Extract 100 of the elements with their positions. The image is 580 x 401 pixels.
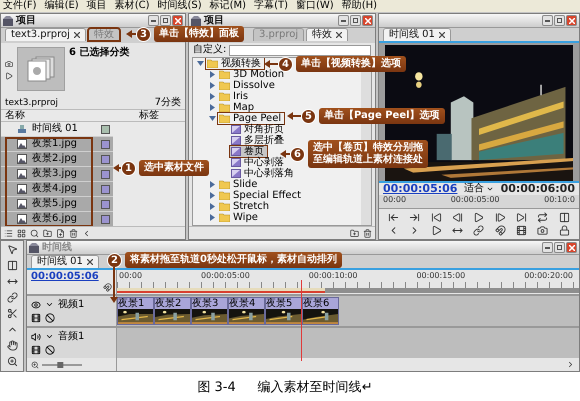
close-button[interactable] <box>566 15 577 26</box>
file-plus-icon[interactable] <box>56 228 65 238</box>
search-field[interactable] <box>229 44 371 56</box>
close-icon[interactable] <box>74 32 80 38</box>
step-forward-icon[interactable] <box>494 212 506 223</box>
tab[interactable]: 时间线 01 <box>31 255 99 268</box>
camera-icon[interactable] <box>537 225 548 236</box>
expander-icon[interactable] <box>209 71 216 78</box>
skip-back-icon[interactable] <box>430 212 442 223</box>
tree-item[interactable]: 中心剥落 <box>230 157 287 168</box>
expander-icon[interactable] <box>209 82 216 89</box>
link-icon[interactable] <box>473 225 484 236</box>
magnet-icon[interactable] <box>103 283 112 292</box>
zoom-dropdown[interactable]: 适合 <box>464 183 494 195</box>
skip-forward-icon[interactable] <box>516 212 528 223</box>
close-button[interactable] <box>172 15 183 26</box>
close-icon[interactable] <box>336 32 342 38</box>
close-icon[interactable] <box>86 259 93 265</box>
tree-item[interactable]: 卷页 <box>230 146 267 157</box>
list-icon[interactable] <box>4 228 13 238</box>
tree-item[interactable]: 中心剥落角 <box>230 168 297 179</box>
list-row[interactable]: 夜景5.jpg <box>1 197 113 212</box>
tab[interactable]: text3.prproj <box>5 28 86 41</box>
arrow-to-line-icon[interactable] <box>409 212 420 223</box>
folder-plus-icon[interactable] <box>350 228 359 238</box>
tree-item[interactable]: Stretch <box>218 201 272 212</box>
tree-item[interactable]: 对角折页 <box>230 124 287 135</box>
menu-item[interactable]: 标记(M) <box>210 0 246 12</box>
step-back-icon[interactable] <box>452 212 464 223</box>
chevron-down-icon[interactable] <box>45 300 54 309</box>
current-timecode[interactable]: 00:00:05:06 <box>383 183 458 195</box>
column-header[interactable]: 名称 <box>1 110 135 122</box>
minimize-button[interactable] <box>542 15 553 26</box>
loop-icon[interactable] <box>537 212 548 223</box>
arrow-to-line-icon[interactable] <box>388 212 400 223</box>
search-icon[interactable] <box>30 228 39 238</box>
tree-item[interactable]: 多层折叠 <box>230 135 287 146</box>
list-row[interactable]: 时间线 01 <box>1 122 113 137</box>
tab[interactable]: 特效 <box>306 28 348 41</box>
trash-icon[interactable] <box>69 228 78 238</box>
zoom-icon[interactable] <box>6 356 18 367</box>
tree-item[interactable]: Page Peel <box>218 113 284 124</box>
lock-icon[interactable] <box>558 225 570 236</box>
menu-item[interactable]: 帮助(H) <box>342 0 378 12</box>
speaker-icon[interactable] <box>31 332 41 342</box>
expander-icon[interactable] <box>209 192 216 199</box>
tree-item[interactable]: Dissolve <box>218 80 278 91</box>
maximize-button[interactable] <box>160 15 171 26</box>
current-timecode[interactable]: 00:00:05:06 <box>31 271 112 283</box>
expander-icon[interactable] <box>209 181 216 188</box>
expander-icon[interactable] <box>209 104 216 111</box>
minimize-button[interactable] <box>338 15 349 26</box>
film-icon[interactable] <box>516 225 528 236</box>
folder-plus-icon[interactable] <box>43 228 52 238</box>
close-button[interactable] <box>566 242 577 253</box>
camera-icon[interactable] <box>5 60 13 68</box>
tree-item[interactable]: Wipe <box>218 212 261 223</box>
grid-icon[interactable] <box>17 228 26 238</box>
ban-icon[interactable] <box>45 313 55 323</box>
expander-icon[interactable] <box>209 214 216 221</box>
play-icon[interactable] <box>5 72 13 80</box>
expander-icon[interactable] <box>197 60 204 67</box>
maximize-button[interactable] <box>350 15 361 26</box>
chevron-left-icon[interactable] <box>82 228 91 238</box>
list-row[interactable]: 夜景4.jpg <box>1 182 113 197</box>
eye-icon[interactable] <box>31 300 41 310</box>
film-icon[interactable] <box>31 345 41 355</box>
minimize-button[interactable] <box>542 242 553 253</box>
tab[interactable]: 时间线 01 <box>383 28 451 41</box>
play-icon[interactable] <box>430 225 442 236</box>
tree-item[interactable]: Map <box>218 102 258 113</box>
minimize-button[interactable] <box>148 15 159 26</box>
tree-item[interactable]: Iris <box>218 91 252 102</box>
play-icon[interactable] <box>473 212 484 223</box>
menu-item[interactable]: 编辑(E) <box>44 0 79 12</box>
pointer-icon[interactable] <box>6 244 18 255</box>
maximize-button[interactable] <box>554 15 565 26</box>
list-row[interactable]: 夜景3.jpg <box>1 167 113 182</box>
maximize-button[interactable] <box>554 242 565 253</box>
expander-icon[interactable] <box>209 93 216 100</box>
menu-item[interactable]: 时间线(S) <box>157 0 202 12</box>
zoom-in-icon[interactable] <box>31 360 39 368</box>
tree-item[interactable]: Special Effect <box>218 190 304 201</box>
expander-icon[interactable] <box>209 203 216 210</box>
film-icon[interactable] <box>31 313 41 323</box>
trash-icon[interactable] <box>363 228 372 238</box>
chevron-right-icon[interactable] <box>566 360 575 369</box>
magnet-icon[interactable] <box>494 225 506 236</box>
menu-item[interactable]: 项目 <box>86 0 107 12</box>
ban-icon[interactable] <box>45 345 55 355</box>
list-row[interactable]: 夜景6.jpg <box>1 212 113 226</box>
tree-item[interactable]: Slide <box>218 179 260 190</box>
hand-icon[interactable] <box>6 340 18 351</box>
chevron-down-icon[interactable] <box>45 332 54 341</box>
column-header[interactable]: 标签 <box>135 110 175 122</box>
list-row[interactable]: 夜景2.jpg <box>1 152 113 167</box>
tree-item[interactable]: 3D Motion <box>218 69 288 80</box>
menu-item[interactable]: 素材(C) <box>114 0 150 12</box>
slider-thumb[interactable] <box>57 362 64 368</box>
close-icon[interactable] <box>438 32 445 38</box>
